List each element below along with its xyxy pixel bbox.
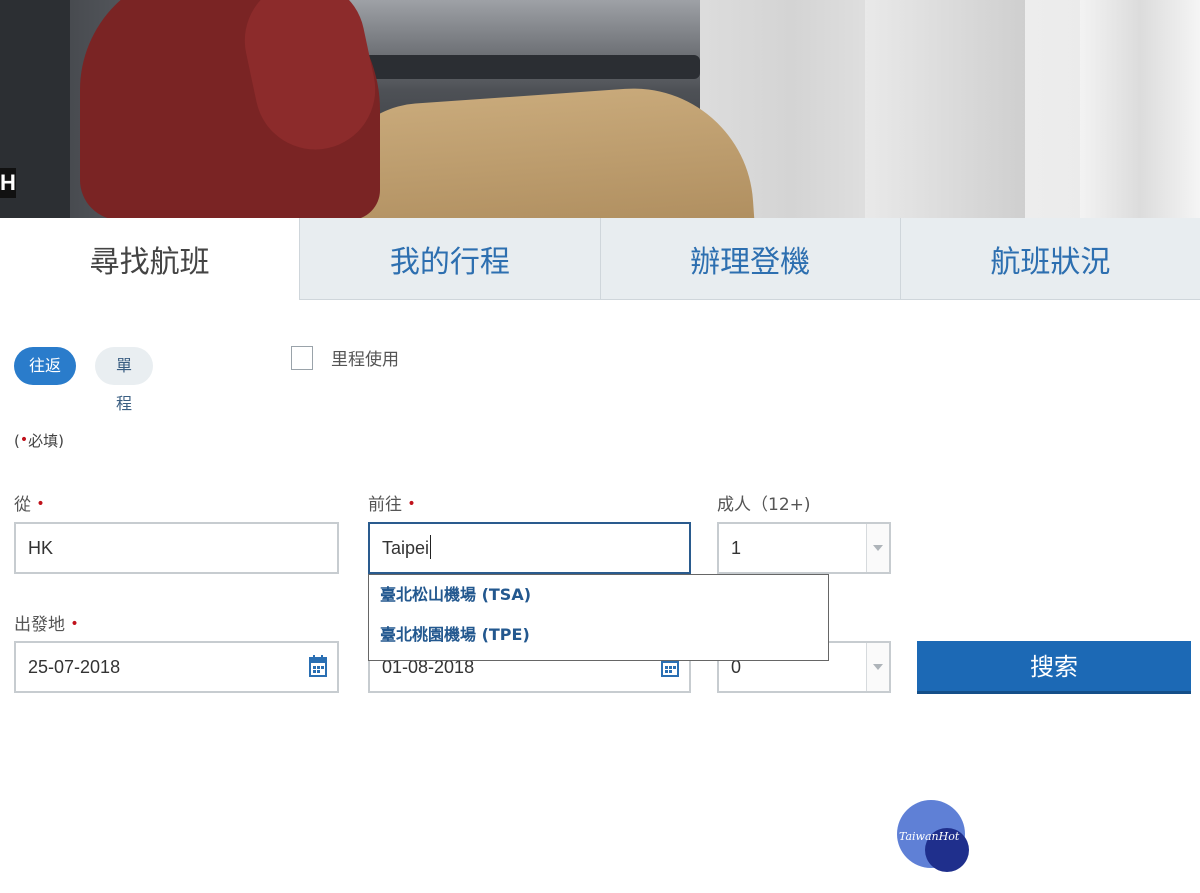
depart-label-text: 出發地	[14, 615, 65, 635]
tab-book-flight[interactable]: 尋找航班	[0, 218, 300, 300]
adults-value: 1	[731, 538, 742, 558]
depart-label: 出發地 •	[14, 610, 79, 635]
destination-suggestions: 臺北松山機場 (TSA) 臺北桃園機場 (TPE)	[368, 574, 829, 661]
watermark-logo: TaiwanHot	[897, 800, 977, 872]
tab-flight-status[interactable]: 航班狀況	[899, 218, 1200, 300]
from-field[interactable]: HK	[14, 522, 339, 574]
chevron-down-icon	[873, 664, 883, 670]
cabin-curtain	[1080, 0, 1200, 218]
depart-date-field[interactable]: 25-07-2018	[14, 641, 339, 693]
to-label: 前往 •	[368, 490, 416, 515]
use-miles-option[interactable]: 里程使用	[291, 345, 399, 370]
required-note-text: 必填)	[28, 432, 64, 450]
text-caret	[430, 535, 432, 559]
suggestion-tpe[interactable]: 臺北桃園機場 (TPE)	[369, 615, 828, 655]
hero-banner: H	[0, 0, 1200, 218]
depart-date-value: 25-07-2018	[28, 657, 121, 677]
tab-my-trips[interactable]: 我的行程	[299, 218, 600, 300]
search-button[interactable]: 搜索	[917, 641, 1191, 694]
required-dot: •	[407, 496, 416, 512]
booking-tabs: 尋找航班 我的行程 辦理登機 航班狀況	[0, 218, 1200, 300]
required-dot: •	[70, 616, 79, 632]
from-label-text: 從	[14, 495, 31, 515]
adults-label: 成人（12+)	[717, 495, 811, 515]
hero-edge-letter: H	[0, 168, 16, 198]
required-note: (•必填)	[14, 430, 64, 451]
one-way-button[interactable]: 單程	[95, 347, 153, 413]
round-trip-button[interactable]: 往返	[14, 347, 76, 385]
passenger-select-button[interactable]	[866, 643, 889, 691]
suggestion-tsa[interactable]: 臺北松山機場 (TSA)	[369, 575, 828, 615]
required-dot: •	[19, 432, 29, 448]
to-field[interactable]: Taipei	[368, 522, 691, 574]
to-label-text: 前往	[368, 495, 402, 515]
armrest	[360, 55, 700, 79]
cabin-wall	[865, 0, 1025, 218]
tab-check-in[interactable]: 辦理登機	[599, 218, 900, 300]
chevron-down-icon	[873, 545, 883, 551]
adults-select-button[interactable]	[866, 524, 889, 572]
required-dot: •	[36, 496, 45, 512]
calendar-icon[interactable]	[309, 655, 327, 677]
from-value: HK	[28, 538, 54, 558]
to-value: Taipei	[382, 538, 430, 558]
adults-select[interactable]: 1	[717, 522, 891, 574]
use-miles-checkbox[interactable]	[291, 345, 313, 370]
watermark-text: TaiwanHot	[899, 830, 960, 843]
from-label: 從 •	[14, 490, 45, 515]
use-miles-label: 里程使用	[331, 350, 399, 370]
